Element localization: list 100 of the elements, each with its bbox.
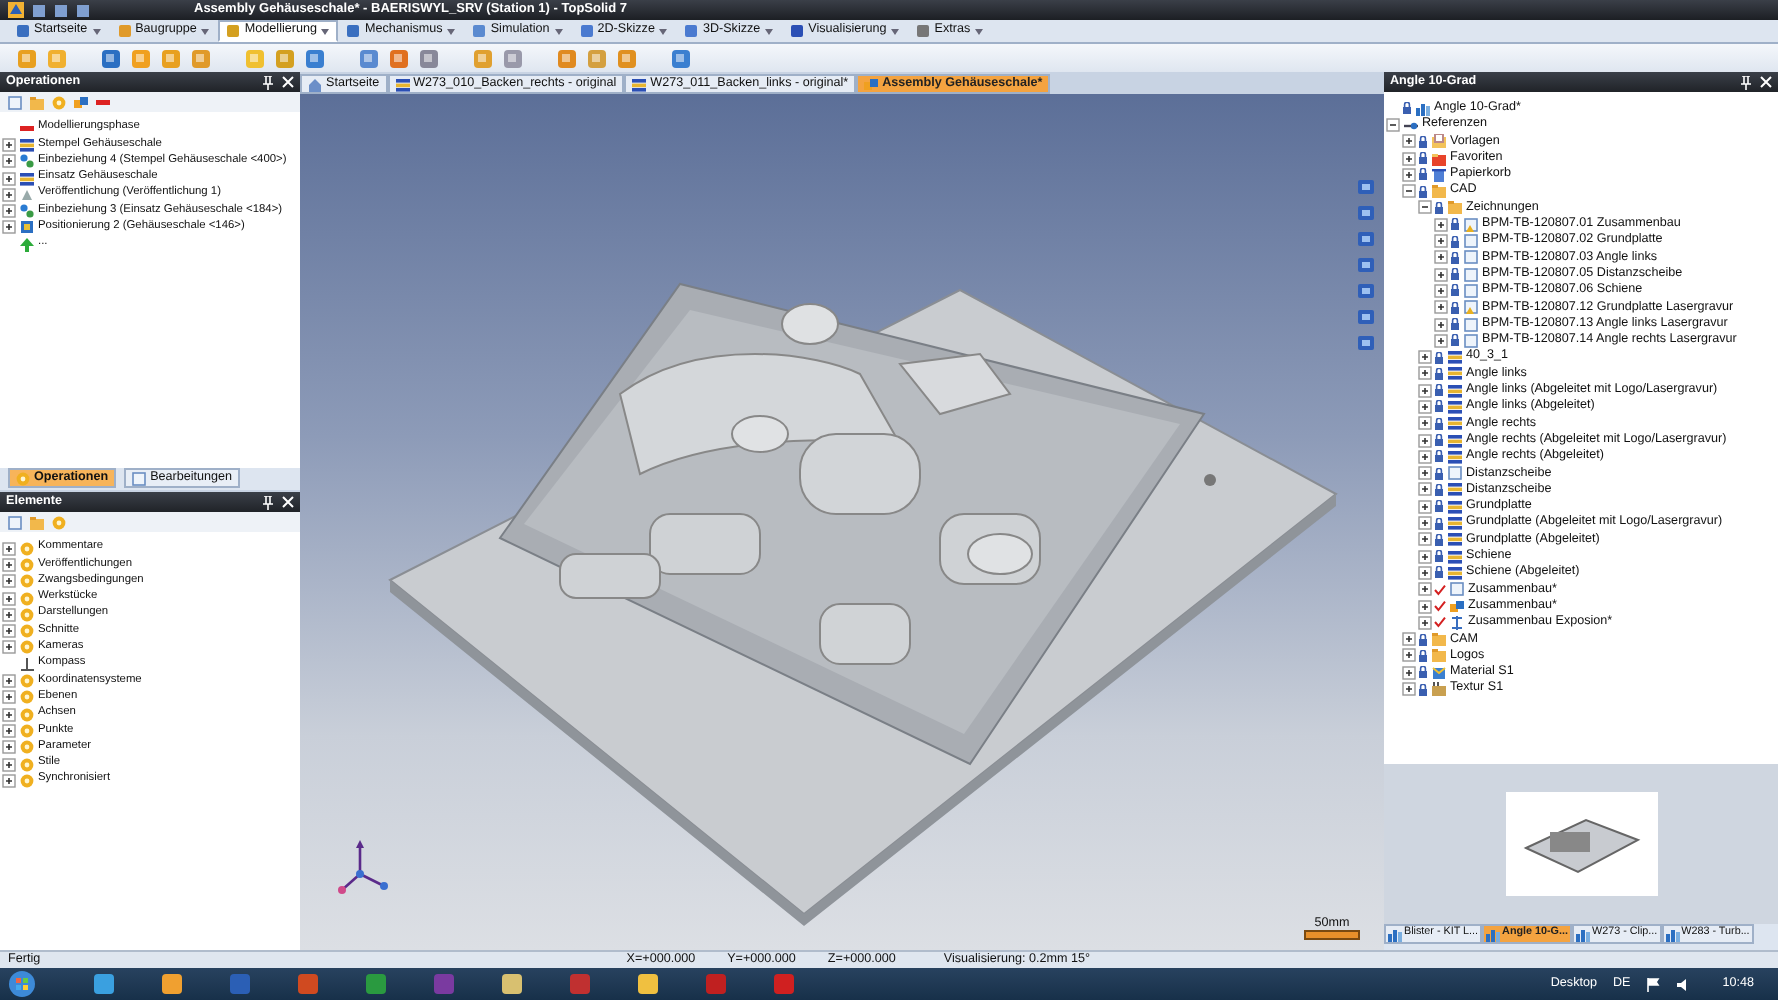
expand-icon[interactable] xyxy=(2,591,16,606)
expand-icon[interactable] xyxy=(1418,350,1432,365)
caret-icon xyxy=(553,27,564,35)
collapse-icon[interactable] xyxy=(1402,184,1416,199)
trash-icon xyxy=(1432,167,1446,182)
expand-icon[interactable] xyxy=(1434,250,1448,265)
expand-icon[interactable] xyxy=(2,557,16,572)
sheet-icon xyxy=(132,471,147,485)
cube-icon xyxy=(1432,665,1446,680)
close-icon[interactable] xyxy=(282,496,294,508)
expand-icon[interactable] xyxy=(1418,399,1432,414)
expand-icon[interactable] xyxy=(1434,283,1448,298)
expand-icon[interactable] xyxy=(1418,366,1432,381)
expand-icon[interactable] xyxy=(2,723,16,738)
expand-icon[interactable] xyxy=(1418,582,1432,597)
expand-icon[interactable] xyxy=(2,187,16,202)
cube-icon xyxy=(20,220,34,235)
taskbar-app-icon[interactable] xyxy=(92,972,116,996)
expand-icon[interactable] xyxy=(2,220,16,235)
expand-icon[interactable] xyxy=(1402,665,1416,680)
expand-icon[interactable] xyxy=(1418,466,1432,481)
expand-icon[interactable] xyxy=(2,541,16,556)
caret-icon xyxy=(974,27,985,35)
expand-icon[interactable] xyxy=(1418,449,1432,464)
bar-icon[interactable] xyxy=(96,95,110,109)
pin-icon[interactable] xyxy=(1740,75,1752,89)
expand-icon[interactable] xyxy=(1402,632,1416,647)
expand-icon[interactable] xyxy=(1402,134,1416,149)
expand-icon[interactable] xyxy=(2,137,16,152)
caret-icon xyxy=(764,27,775,35)
expand-icon[interactable] xyxy=(1434,333,1448,348)
chart-icon xyxy=(1665,927,1680,941)
flag-icon[interactable] xyxy=(1646,977,1661,991)
expand-icon[interactable] xyxy=(2,607,16,622)
collapse-icon[interactable] xyxy=(1418,200,1432,215)
pin-icon[interactable] xyxy=(262,75,274,89)
toolbar-tool-icon[interactable] xyxy=(388,47,410,69)
expand-icon[interactable] xyxy=(1434,267,1448,282)
expand-icon[interactable] xyxy=(1402,167,1416,182)
link-icon xyxy=(20,204,34,219)
expand-icon[interactable] xyxy=(1418,499,1432,514)
expand-icon[interactable] xyxy=(1418,482,1432,497)
sheet-icon xyxy=(1450,582,1464,597)
expand-icon[interactable] xyxy=(2,204,16,219)
close-icon[interactable] xyxy=(1760,76,1772,88)
expand-icon[interactable] xyxy=(2,154,16,169)
expand-icon[interactable] xyxy=(1418,565,1432,580)
expand-icon[interactable] xyxy=(1434,217,1448,232)
collapse-icon[interactable] xyxy=(1386,117,1400,132)
chart-icon xyxy=(1576,927,1590,941)
app-logo-icon xyxy=(8,2,24,18)
toolbar-tool-icon[interactable] xyxy=(502,47,524,69)
pin-icon[interactable] xyxy=(262,495,274,509)
assembly-icon xyxy=(1450,599,1464,614)
expand-icon[interactable] xyxy=(1418,599,1432,614)
compass-icon xyxy=(20,657,34,672)
toolbar-tool-icon[interactable] xyxy=(100,47,122,69)
tab-icon xyxy=(346,24,361,38)
expand-icon[interactable] xyxy=(2,773,16,788)
close-icon[interactable] xyxy=(282,76,294,88)
tab-icon xyxy=(916,24,931,38)
taskbar-app-icon[interactable] xyxy=(500,972,524,996)
caret-icon xyxy=(200,27,211,35)
taskbar-app-icon[interactable] xyxy=(636,972,660,996)
expand-icon[interactable] xyxy=(2,674,16,689)
taskbar-app-icon[interactable] xyxy=(364,972,388,996)
toolbar-tool-icon[interactable] xyxy=(670,47,692,69)
expand-icon[interactable] xyxy=(2,574,16,589)
chart-icon xyxy=(1486,927,1501,941)
taskbar-app-icon[interactable] xyxy=(160,972,184,996)
expand-icon[interactable] xyxy=(2,740,16,755)
assembly-icon xyxy=(864,77,879,91)
expand-icon[interactable] xyxy=(2,171,16,186)
expand-icon[interactable] xyxy=(1402,151,1416,166)
expand-icon[interactable] xyxy=(1434,300,1448,315)
toolbar-tool-icon[interactable] xyxy=(304,47,326,69)
expand-icon[interactable] xyxy=(1402,648,1416,663)
toolbar-tool-icon[interactable] xyxy=(358,47,380,69)
layers-icon xyxy=(632,77,647,91)
expand-icon[interactable] xyxy=(1418,516,1432,531)
expand-icon[interactable] xyxy=(2,707,16,722)
expand-icon[interactable] xyxy=(1418,615,1432,630)
expand-icon[interactable] xyxy=(2,624,16,639)
assembly-icon[interactable] xyxy=(74,95,88,109)
toolbar-tool-icon[interactable] xyxy=(418,47,440,69)
expand-icon[interactable] xyxy=(1418,549,1432,564)
caret-icon xyxy=(91,27,102,35)
expand-icon[interactable] xyxy=(2,640,16,655)
expand-icon[interactable] xyxy=(1418,532,1432,547)
expand-icon[interactable] xyxy=(1418,416,1432,431)
speaker-icon[interactable] xyxy=(1676,977,1691,991)
start-orb-icon[interactable] xyxy=(8,970,36,998)
expand-icon[interactable] xyxy=(2,690,16,705)
tab-icon xyxy=(117,24,132,38)
expand-icon[interactable] xyxy=(1418,433,1432,448)
expand-icon[interactable] xyxy=(1434,234,1448,249)
expand-icon[interactable] xyxy=(1402,682,1416,697)
expand-icon[interactable] xyxy=(1418,383,1432,398)
expand-icon[interactable] xyxy=(1434,317,1448,331)
expand-icon[interactable] xyxy=(2,757,16,771)
